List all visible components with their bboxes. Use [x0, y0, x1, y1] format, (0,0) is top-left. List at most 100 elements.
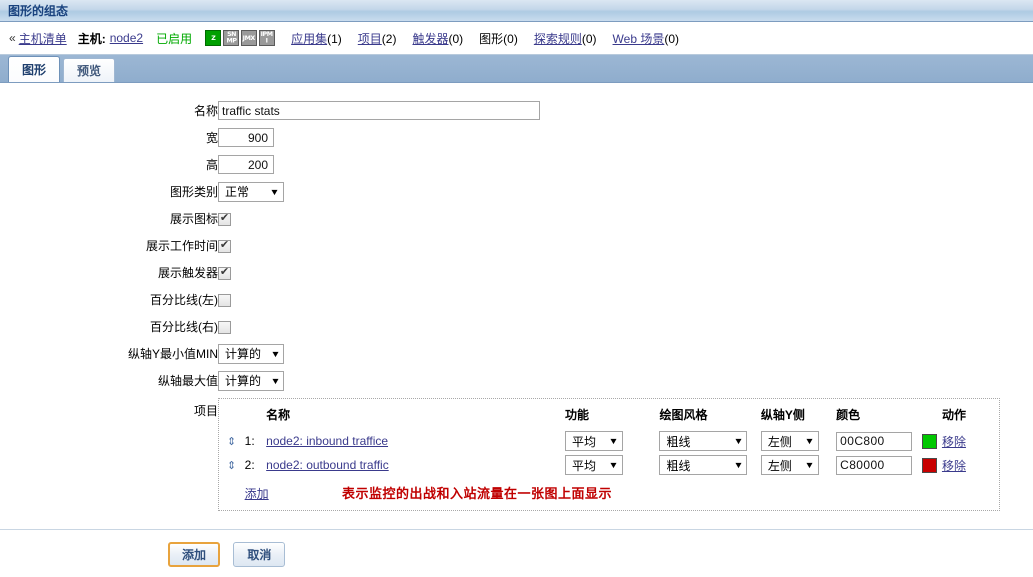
show-legend-checkbox[interactable]: ✔ [218, 212, 231, 226]
name-label: 名称 [193, 104, 218, 118]
host-list-link[interactable]: 主机清单 [19, 30, 67, 47]
item-colour-swatch[interactable] [921, 458, 937, 474]
form-row-show-working-time: 展示工作时间 ✔ [0, 232, 1000, 259]
item-remove-link[interactable]: 移除 [942, 459, 966, 473]
item-name-link[interactable]: node2: outbound traffic [266, 458, 389, 472]
header-action: 动作 [941, 408, 966, 422]
tab-graph[interactable]: 图形 [8, 56, 60, 82]
form-row-graph-type: 图形类别 正常 ▼ [0, 178, 1000, 205]
item-yaxis-side-value: 左侧 [767, 458, 792, 473]
form-row-show-legend: 展示图标 ✔ [0, 205, 1000, 232]
item-function-value: 平均 [571, 434, 596, 449]
item-name-link[interactable]: node2: inbound traffice [266, 434, 388, 448]
form-row-percentile-left: 百分比线(左) ✔ [0, 286, 1000, 313]
ymin-select[interactable]: 计算的 ▼ [218, 343, 284, 364]
items-footer-row: 添加 表示监控的出战和入站流量在一张图上面显示 [227, 477, 991, 504]
row-index: 1: [244, 434, 255, 448]
item-draw-style-value: 粗线 [666, 458, 691, 473]
item-colour-input[interactable] [836, 431, 913, 451]
header-colour: 颜色 [836, 408, 861, 422]
form-row-ymax: 纵轴最大值 计算的 ▼ [0, 367, 1000, 394]
form-row-ymin: 纵轴Y最小值MIN 计算的 ▼ [0, 340, 1000, 367]
show-triggers-label: 展示触发器 [157, 266, 218, 280]
cancel-button[interactable]: 取消 [233, 542, 286, 567]
table-row: ⇕ 2: node2: outbound traffic 平均 ▼ 粗线 ▼ 左… [227, 453, 991, 477]
header-name: 名称 [266, 408, 291, 422]
tab-strip: 图形 预览 [0, 55, 1033, 83]
form-row-percentile-right: 百分比线(右) ✔ [0, 313, 1000, 340]
host-label: 主机: [77, 31, 106, 46]
item-colour-swatch[interactable] [921, 434, 937, 450]
chevron-down-icon: ▼ [608, 460, 619, 470]
header-function: 功能 [564, 408, 589, 422]
header-index [245, 405, 267, 429]
chevron-down-icon: ▼ [804, 436, 815, 446]
percentile-right-checkbox[interactable]: ✔ [218, 320, 231, 334]
ipmi-availability-icon: IPM I [259, 30, 276, 46]
item-function-select[interactable]: 平均 ▼ [564, 431, 623, 451]
nav-item-items[interactable]: 项目(2) [358, 30, 397, 47]
item-function-value: 平均 [571, 458, 596, 473]
table-row: ⇕ 1: node2: inbound traffice 平均 ▼ 粗线 ▼ 左… [227, 429, 991, 453]
host-name-link[interactable]: node2 [110, 31, 143, 45]
item-colour-input[interactable] [836, 455, 913, 475]
nav-item-graphs[interactable]: 图形(0) [479, 30, 518, 47]
item-yaxis-side-value: 左侧 [767, 434, 792, 449]
chevron-down-icon: ▼ [270, 375, 281, 386]
nav-item-triggers[interactable]: 触发器(0) [412, 30, 463, 47]
items-annotation: 表示监控的出战和入站流量在一张图上面显示 [342, 486, 613, 501]
graph-configuration-page: 图形的组态 « 主机清单 主机: node2 已启用 Z SN MP JMX IP… [0, 0, 1033, 577]
items-box: 名称 功能 绘图风格 纵轴Y侧 颜色 动作 ⇕ 1: node2: inboun… [218, 398, 1000, 511]
show-legend-label: 展示图标 [169, 212, 218, 226]
add-item-link[interactable]: 添加 [245, 487, 269, 501]
graph-height-input[interactable] [218, 155, 274, 174]
header-yaxis-side: 纵轴Y侧 [760, 408, 805, 422]
nav-item-discovery-rules[interactable]: 探索规则(0) [534, 30, 597, 47]
ymax-value: 计算的 [225, 374, 262, 388]
show-working-time-label: 展示工作时间 [145, 239, 218, 253]
tab-preview[interactable]: 预览 [63, 58, 115, 82]
item-draw-style-select[interactable]: 粗线 ▼ [659, 431, 748, 451]
drag-handle-icon[interactable]: ⇕ [227, 461, 236, 472]
drag-handle-icon[interactable]: ⇕ [227, 437, 236, 448]
form-row-width: 宽 [0, 124, 1000, 151]
chevron-down-icon: ▼ [269, 186, 280, 197]
ymin-value: 计算的 [225, 347, 262, 361]
nav-item-web-scenarios[interactable]: Web 场景(0) [613, 30, 679, 47]
item-function-select[interactable]: 平均 ▼ [564, 455, 623, 475]
height-label: 高 [205, 158, 218, 172]
item-draw-style-select[interactable]: 粗线 ▼ [659, 455, 748, 475]
chevron-down-icon: ▼ [270, 348, 281, 359]
graph-form-table: 名称 宽 高 图形类别 正常 ▼ 展示图标 [0, 97, 1000, 511]
nav-item-applications[interactable]: 应用集(1) [291, 30, 342, 47]
form-footer: 添加 取消 [0, 529, 1033, 567]
form-row-show-triggers: 展示触发器 ✔ [0, 259, 1000, 286]
percentile-left-checkbox[interactable]: ✔ [218, 293, 231, 307]
graph-type-label: 图形类别 [169, 185, 218, 199]
ymax-select[interactable]: 计算的 ▼ [218, 370, 284, 391]
chevron-down-icon: ▼ [732, 460, 744, 470]
form-row-height: 高 [0, 151, 1000, 178]
row-index: 2: [244, 458, 255, 472]
jmx-availability-icon: JMX [241, 30, 258, 46]
items-label: 项目 [193, 404, 218, 418]
form-row-items: 项目 名称 功能 绘图风格 纵轴Y侧 颜色 动作 ⇕ 1: node2: inb… [0, 394, 1000, 511]
snmp-availability-icon: SN MP [223, 30, 240, 46]
item-draw-style-value: 粗线 [666, 434, 691, 449]
items-header-row: 名称 功能 绘图风格 纵轴Y侧 颜色 动作 [227, 405, 991, 429]
graph-type-select[interactable]: 正常 ▼ [218, 181, 284, 202]
zbx-availability-icon: Z [205, 30, 222, 46]
host-status-badge: 已启用 [156, 31, 193, 46]
item-yaxis-side-select[interactable]: 左侧 ▼ [760, 431, 819, 451]
show-triggers-checkbox[interactable]: ✔ [218, 266, 231, 280]
graph-width-input[interactable] [218, 128, 274, 147]
availability-icons: Z SN MP JMX IPM I [205, 30, 276, 46]
show-working-time-checkbox[interactable]: ✔ [218, 239, 231, 253]
submit-button[interactable]: 添加 [168, 542, 221, 567]
graph-form: 名称 宽 高 图形类别 正常 ▼ 展示图标 [0, 97, 1033, 567]
graph-name-input[interactable] [218, 101, 540, 120]
item-yaxis-side-select[interactable]: 左侧 ▼ [760, 455, 819, 475]
host-breadcrumb-bar: « 主机清单 主机: node2 已启用 Z SN MP JMX IPM I 应用集… [0, 22, 1033, 55]
item-remove-link[interactable]: 移除 [942, 435, 966, 449]
chevron-down-icon: ▼ [804, 460, 815, 470]
